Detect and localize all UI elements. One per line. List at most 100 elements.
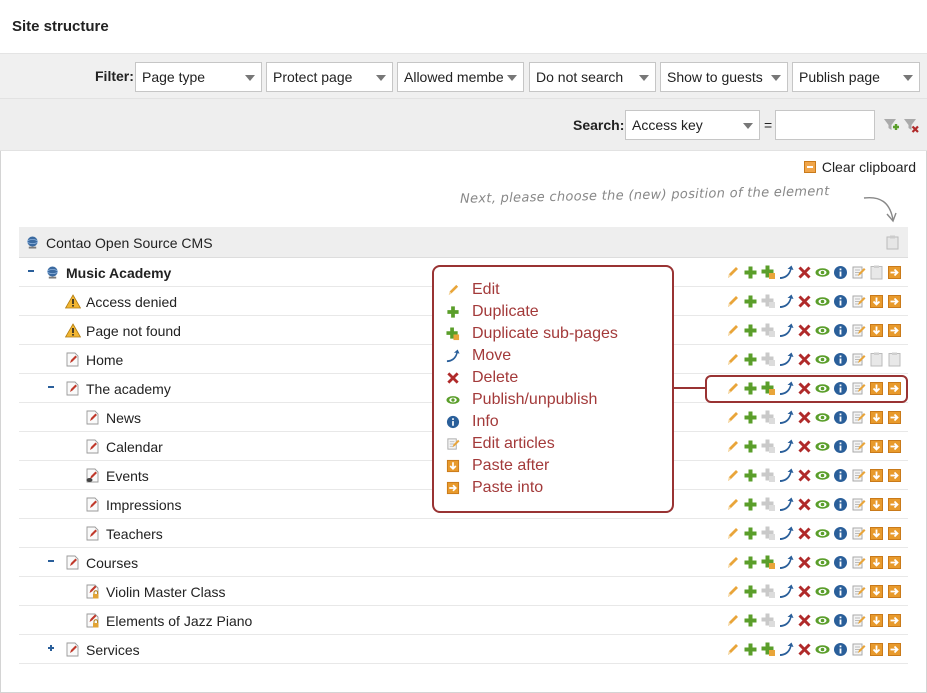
collapse-icon[interactable] — [47, 557, 57, 567]
articles-icon[interactable] — [851, 555, 866, 570]
delete-icon[interactable] — [797, 497, 812, 512]
eye-icon[interactable] — [815, 526, 830, 541]
plus-icon[interactable] — [743, 642, 758, 657]
articles-icon[interactable] — [851, 410, 866, 425]
plus-icon[interactable] — [743, 323, 758, 338]
plus-multiple-disabled-icon[interactable] — [761, 294, 776, 309]
search-input[interactable] — [775, 110, 875, 140]
tree-row[interactable]: Violin Master Class — [19, 577, 908, 606]
pencil-icon[interactable] — [725, 555, 740, 570]
pencil-icon[interactable] — [725, 642, 740, 657]
delete-icon[interactable] — [797, 265, 812, 280]
plus-multiple-disabled-icon[interactable] — [761, 323, 776, 338]
plus-icon[interactable] — [743, 439, 758, 454]
delete-icon[interactable] — [797, 613, 812, 628]
info-icon[interactable] — [833, 265, 848, 280]
plus-multiple-disabled-icon[interactable] — [761, 468, 776, 483]
info-icon[interactable] — [833, 555, 848, 570]
info-icon[interactable] — [833, 294, 848, 309]
pencil-icon[interactable] — [725, 294, 740, 309]
articles-icon[interactable] — [851, 642, 866, 657]
paste-into-icon[interactable] — [887, 439, 902, 454]
paste-after-disabled-icon[interactable] — [887, 352, 902, 367]
delete-icon[interactable] — [797, 294, 812, 309]
articles-icon[interactable] — [851, 352, 866, 367]
paste-after-icon[interactable] — [869, 642, 884, 657]
paste-after-icon[interactable] — [869, 468, 884, 483]
eye-icon[interactable] — [815, 265, 830, 280]
move-icon[interactable] — [779, 265, 794, 280]
delete-icon[interactable] — [797, 526, 812, 541]
eye-icon[interactable] — [815, 555, 830, 570]
eye-icon[interactable] — [815, 294, 830, 309]
paste-after-icon[interactable] — [869, 439, 884, 454]
pencil-icon[interactable] — [725, 584, 740, 599]
tree-row[interactable]: Teachers — [19, 519, 908, 548]
plus-multiple-icon[interactable] — [761, 265, 776, 280]
pencil-icon[interactable] — [725, 526, 740, 541]
plus-multiple-disabled-icon[interactable] — [761, 410, 776, 425]
delete-icon[interactable] — [797, 555, 812, 570]
plus-icon[interactable] — [743, 352, 758, 367]
paste-after-disabled-icon[interactable] — [869, 352, 884, 367]
delete-icon[interactable] — [797, 468, 812, 483]
eye-icon[interactable] — [815, 642, 830, 657]
paste-after-icon[interactable] — [869, 555, 884, 570]
delete-icon[interactable] — [797, 410, 812, 425]
paste-after-icon[interactable] — [869, 410, 884, 425]
pencil-icon[interactable] — [725, 468, 740, 483]
plus-multiple-icon[interactable] — [761, 642, 776, 657]
paste-into-icon[interactable] — [887, 613, 902, 628]
paste-after-icon[interactable] — [869, 497, 884, 512]
paste-after-icon[interactable] — [869, 613, 884, 628]
info-icon[interactable] — [833, 410, 848, 425]
move-icon[interactable] — [779, 294, 794, 309]
plus-icon[interactable] — [743, 497, 758, 512]
plus-multiple-disabled-icon[interactable] — [761, 439, 776, 454]
move-icon[interactable] — [779, 439, 794, 454]
paste-into-icon[interactable] — [887, 555, 902, 570]
search-field-select[interactable]: Access key — [625, 110, 760, 140]
paste-after-icon[interactable] — [869, 584, 884, 599]
info-icon[interactable] — [833, 584, 848, 599]
pencil-icon[interactable] — [725, 352, 740, 367]
paste-into-icon[interactable] — [887, 294, 902, 309]
eye-icon[interactable] — [815, 584, 830, 599]
paste-into-disabled-icon[interactable] — [886, 235, 900, 250]
delete-icon[interactable] — [797, 584, 812, 599]
articles-icon[interactable] — [851, 294, 866, 309]
paste-after-icon[interactable] — [869, 294, 884, 309]
filter-protect-page-select[interactable]: Protect page — [266, 62, 393, 92]
tree-row[interactable]: Elements of Jazz Piano — [19, 606, 908, 635]
articles-icon[interactable] — [851, 497, 866, 512]
plus-icon[interactable] — [743, 410, 758, 425]
move-icon[interactable] — [779, 642, 794, 657]
paste-into-icon[interactable] — [887, 410, 902, 425]
tree-row[interactable]: Courses — [19, 548, 908, 577]
plus-multiple-disabled-icon[interactable] — [761, 584, 776, 599]
plus-multiple-disabled-icon[interactable] — [761, 613, 776, 628]
pencil-icon[interactable] — [725, 410, 740, 425]
collapse-icon[interactable] — [27, 267, 37, 277]
move-icon[interactable] — [779, 526, 794, 541]
pencil-icon[interactable] — [725, 497, 740, 512]
plus-icon[interactable] — [743, 555, 758, 570]
paste-into-icon[interactable] — [887, 642, 902, 657]
pencil-icon[interactable] — [725, 613, 740, 628]
info-icon[interactable] — [833, 526, 848, 541]
pencil-icon[interactable] — [725, 265, 740, 280]
move-icon[interactable] — [779, 613, 794, 628]
plus-icon[interactable] — [743, 468, 758, 483]
plus-icon[interactable] — [743, 294, 758, 309]
collapse-icon[interactable] — [47, 383, 57, 393]
info-icon[interactable] — [833, 439, 848, 454]
move-icon[interactable] — [779, 352, 794, 367]
paste-into-icon[interactable] — [887, 265, 902, 280]
move-icon[interactable] — [779, 468, 794, 483]
paste-after-disabled-icon[interactable] — [869, 265, 884, 280]
move-icon[interactable] — [779, 584, 794, 599]
paste-into-icon[interactable] — [887, 526, 902, 541]
move-icon[interactable] — [779, 497, 794, 512]
filter-allowed-members-select[interactable]: Allowed membe — [397, 62, 524, 92]
delete-icon[interactable] — [797, 439, 812, 454]
